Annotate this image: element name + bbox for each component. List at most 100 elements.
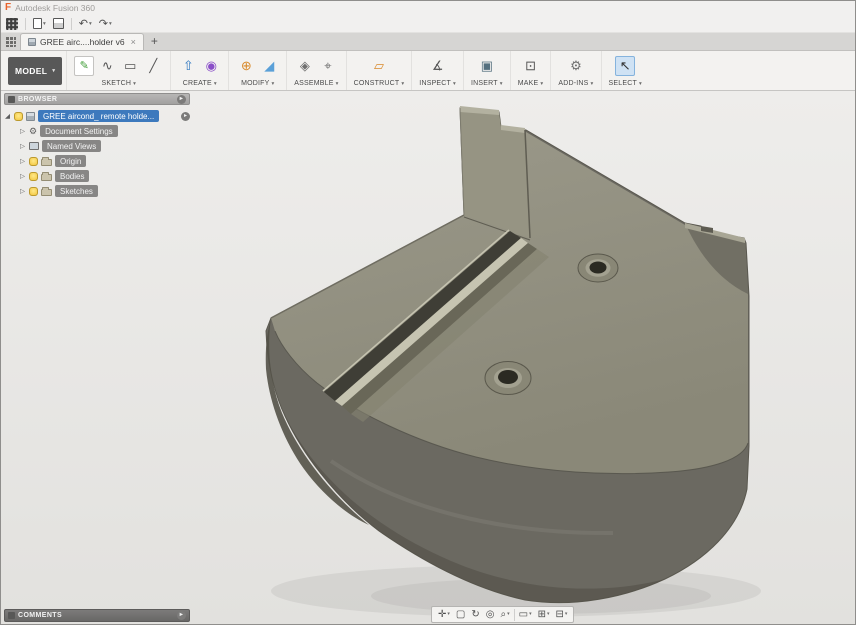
modify-group-label[interactable]: MODIFY ▾ (236, 78, 279, 87)
expand-triangle-icon[interactable]: ▷ (19, 172, 26, 180)
collapse-panel-icon[interactable]: ▸ (177, 94, 186, 104)
ribbon-group-modify: ⊕ ◢ MODIFY ▾ (228, 51, 286, 90)
document-icon (28, 38, 36, 46)
expand-triangle-icon[interactable]: ◢ (4, 112, 11, 120)
spline-icon[interactable]: ∿ (97, 56, 117, 76)
file-menu-button[interactable]: ▾ (33, 18, 46, 30)
expand-triangle-icon[interactable]: ▷ (19, 142, 26, 150)
measure-icon[interactable]: ∡ (428, 56, 448, 76)
ribbon-group-sketch: ✎ ∿ ▭ ╱ SKETCH ▾ (66, 51, 170, 90)
look-at-button[interactable]: ◎ (484, 607, 497, 622)
addins-group-label[interactable]: ADD-INS ▾ (558, 78, 593, 87)
ribbon-group-addins: ⚙ ADD-INS ▾ (550, 51, 600, 90)
ribbon-group-insert: ▣ INSERT ▾ (463, 51, 510, 90)
create-group-label[interactable]: CREATE ▾ (178, 78, 221, 87)
expand-triangle-icon[interactable]: ▷ (19, 187, 26, 195)
new-component-icon[interactable]: ◈ (295, 56, 315, 76)
caret-icon: ▾ (546, 611, 550, 617)
zoom-window-button[interactable]: ▢ (454, 607, 467, 622)
tree-row-origin[interactable]: ▷ Origin (4, 154, 190, 168)
make-group-label[interactable]: MAKE ▾ (518, 78, 544, 87)
browser-tree: ◢ GREE aircond_ remote holde... ▸ ▷ ⚙ Do… (4, 105, 190, 198)
display-settings-icon: ▭ (518, 609, 529, 620)
line-tool-icon[interactable]: ╱ (143, 56, 163, 76)
caret-icon: ▾ (108, 20, 112, 27)
press-pull-icon[interactable]: ⊕ (236, 56, 256, 76)
document-tab[interactable]: GREE airc....holder v6 × (20, 33, 144, 50)
tree-row-bodies[interactable]: ▷ Bodies (4, 169, 190, 183)
sketch-group-label[interactable]: SKETCH ▾ (74, 78, 163, 87)
create-sketch-icon[interactable]: ✎ (74, 56, 95, 76)
browser-header[interactable]: BROWSER ▸ (4, 93, 190, 105)
close-tab-icon[interactable]: × (131, 37, 136, 47)
viewports-button[interactable]: ⊟ ▾ (553, 607, 569, 622)
make-3d-print-icon[interactable]: ⊡ (521, 56, 541, 76)
tree-row-root[interactable]: ◢ GREE aircond_ remote holde... ▸ (4, 109, 190, 123)
joint-icon[interactable]: ⌖ (318, 56, 338, 76)
redo-button[interactable]: ↷ ▾ (99, 18, 112, 30)
addins-scripts-icon[interactable]: ⚙ (566, 56, 586, 76)
tree-row-named-views[interactable]: ▷ Named Views (4, 139, 190, 153)
tree-item-label[interactable]: Sketches (55, 185, 98, 197)
fillet-icon[interactable]: ◢ (259, 56, 279, 76)
undo-button[interactable]: ↶ ▾ (79, 18, 92, 30)
expand-triangle-icon[interactable]: ▷ (19, 157, 26, 165)
named-views-icon (29, 142, 39, 150)
caret-icon: ▾ (638, 80, 642, 87)
ribbon-group-create: ⇧ ◉ CREATE ▾ (170, 51, 228, 90)
tree-row-document-settings[interactable]: ▷ ⚙ Document Settings (4, 124, 190, 138)
data-panel-grid-icon[interactable] (5, 36, 16, 47)
workspace-label: MODEL (15, 65, 48, 76)
display-settings-button[interactable]: ▭ ▾ (517, 607, 534, 622)
tree-item-label[interactable]: Bodies (55, 170, 90, 182)
tree-item-label[interactable]: Document Settings (40, 125, 118, 137)
visibility-bulb-icon[interactable] (14, 111, 23, 121)
orbit-button[interactable]: ↻ (469, 607, 481, 622)
caret-icon: ▾ (43, 20, 46, 27)
visibility-bulb-icon[interactable] (29, 156, 38, 166)
rectangle-tool-icon[interactable]: ▭ (120, 56, 140, 76)
construct-group-label[interactable]: CONSTRUCT ▾ (354, 78, 405, 87)
ribbon-group-construct: ▱ CONSTRUCT ▾ (345, 51, 412, 90)
new-tab-button[interactable]: + (151, 34, 158, 48)
tree-row-sketches[interactable]: ▷ Sketches (4, 184, 190, 198)
caret-icon: ▾ (564, 611, 568, 617)
insert-group-label[interactable]: INSERT ▾ (471, 78, 503, 87)
extrude-icon[interactable]: ⇧ (178, 56, 198, 76)
pan-button[interactable]: ✛ ▾ (436, 607, 452, 622)
expand-triangle-icon[interactable]: ▷ (19, 127, 26, 135)
tree-item-label[interactable]: Named Views (42, 140, 102, 152)
caret-icon: ▾ (499, 80, 503, 87)
construction-plane-icon[interactable]: ▱ (369, 56, 389, 76)
inspect-group-label[interactable]: INSPECT ▾ (419, 78, 456, 87)
ribbon-group-inspect: ∡ INSPECT ▾ (411, 51, 463, 90)
grid-icon: ⊞ (537, 609, 546, 620)
activate-component-icon[interactable]: ▸ (181, 111, 190, 121)
tree-item-label[interactable]: Origin (55, 155, 87, 167)
visibility-bulb-icon[interactable] (29, 186, 38, 196)
document-tab-bar: GREE airc....holder v6 × + (1, 33, 855, 51)
create-form-icon[interactable]: ◉ (201, 56, 221, 76)
caret-icon: ▾ (401, 80, 405, 87)
toolbar-separator (25, 17, 26, 30)
browser-header-label: BROWSER (18, 95, 58, 103)
caret-icon: ▾ (271, 80, 275, 87)
component-icon (26, 111, 35, 121)
toolbar-separator (513, 608, 515, 621)
zoom-button[interactable]: ⌕ ▾ (498, 607, 511, 622)
app-grid-icon[interactable] (6, 17, 18, 30)
comments-panel[interactable]: COMMENTS ▸ (4, 609, 190, 622)
grid-settings-button[interactable]: ⊞ ▾ (536, 607, 552, 622)
look-at-icon: ◎ (485, 609, 495, 620)
expand-comments-icon[interactable]: ▸ (177, 611, 186, 620)
select-cursor-icon[interactable]: ↖ (615, 56, 636, 76)
insert-canvas-icon[interactable]: ▣ (477, 56, 497, 76)
select-group-label[interactable]: SELECT ▾ (609, 78, 642, 87)
workspace-selector[interactable]: MODEL ▾ (8, 56, 63, 85)
assemble-group-label[interactable]: ASSEMBLE ▾ (294, 78, 338, 87)
ribbon-group-select: ↖ SELECT ▾ (600, 51, 649, 90)
save-button[interactable] (52, 18, 64, 29)
visibility-bulb-icon[interactable] (29, 171, 38, 181)
caret-icon: ▾ (507, 611, 510, 617)
root-component-label[interactable]: GREE aircond_ remote holde... (38, 110, 160, 122)
